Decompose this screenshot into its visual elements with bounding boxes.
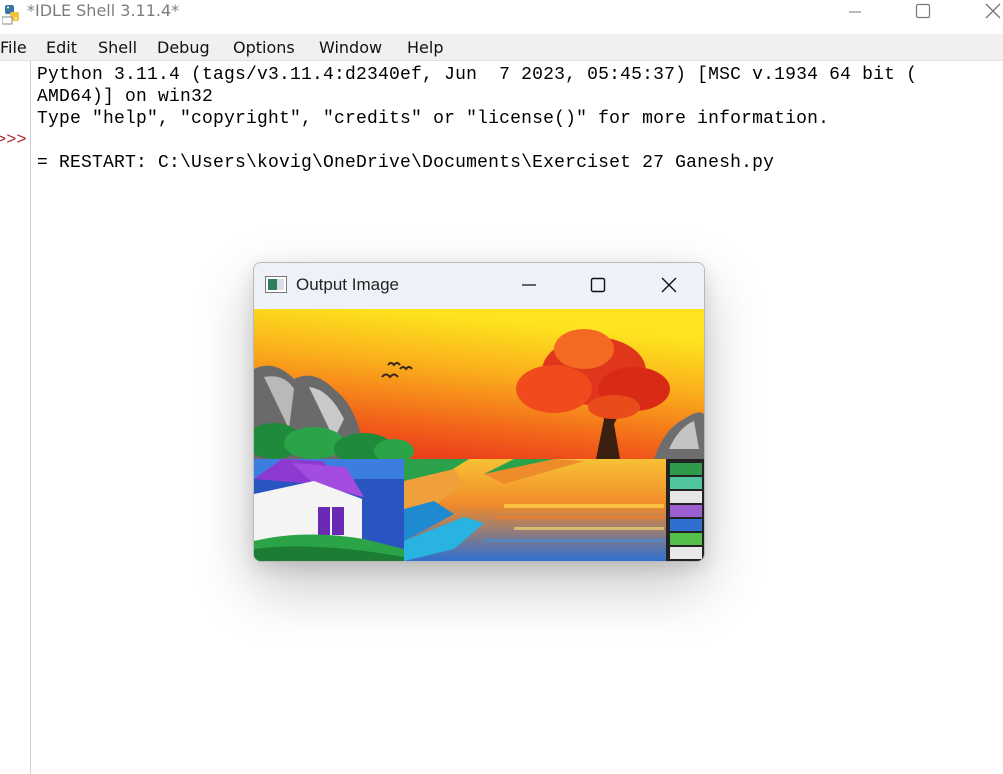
output-maximize-button[interactable] [578, 271, 618, 299]
image-window-icon [265, 276, 287, 293]
output-image-window[interactable]: Output Image [253, 262, 705, 562]
menu-window[interactable]: Window [319, 38, 382, 57]
close-icon [985, 3, 1001, 19]
window-title: *IDLE Shell 3.11.4* [27, 1, 180, 20]
minimize-icon [849, 11, 861, 13]
close-icon [661, 277, 677, 293]
menu-file[interactable]: File [0, 38, 27, 57]
shell-prompt: >>> [0, 131, 27, 150]
prompt-gutter: >>> [0, 61, 31, 774]
output-window-title: Output Image [296, 275, 400, 294]
python-logo-icon [1, 3, 22, 25]
menu-options[interactable]: Options [233, 38, 295, 57]
shell-line-help: Type "help", "copyright", "credits" or "… [37, 109, 830, 129]
menu-edit[interactable]: Edit [46, 38, 77, 57]
shell-line-banner-2: AMD64)] on win32 [37, 87, 214, 107]
shell-line-restart: = RESTART: C:\Users\kovig\OneDrive\Docum… [37, 153, 775, 173]
landscape-painting-image [254, 309, 704, 561]
window-titlebar: *IDLE Shell 3.11.4* [0, 0, 1003, 32]
shell-line-banner-1: Python 3.11.4 (tags/v3.11.4:d2340ef, Jun… [37, 65, 918, 85]
menu-shell[interactable]: Shell [98, 38, 137, 57]
maximize-button[interactable] [903, 0, 943, 22]
minimize-button[interactable] [835, 0, 875, 22]
output-close-button[interactable] [649, 271, 689, 299]
close-button[interactable] [973, 0, 1003, 22]
menu-bar: File Edit Shell Debug Options Window Hel… [0, 34, 1003, 61]
minimize-icon [522, 284, 536, 286]
menu-debug[interactable]: Debug [157, 38, 210, 57]
maximize-icon [590, 277, 606, 293]
output-window-titlebar[interactable]: Output Image [254, 263, 704, 309]
output-minimize-button[interactable] [509, 271, 549, 299]
maximize-icon [915, 3, 931, 19]
menu-help[interactable]: Help [407, 38, 443, 57]
